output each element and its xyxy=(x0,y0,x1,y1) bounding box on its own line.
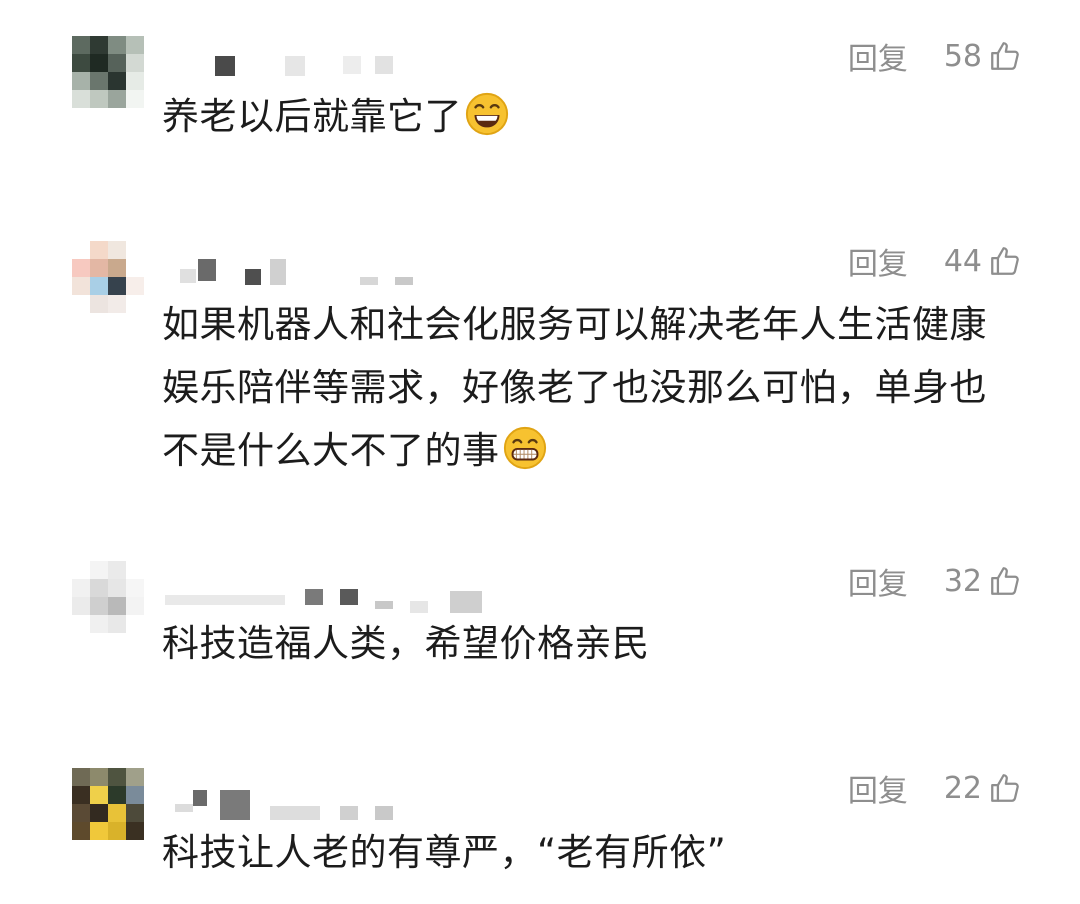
comment-meta: 回复 58 xyxy=(848,34,1022,78)
comment-text: 科技让人老的有尊严，“老有所依” xyxy=(162,821,1022,884)
avatar[interactable] xyxy=(72,36,144,108)
beaming-face-icon xyxy=(503,426,546,470)
like-count: 58 xyxy=(943,38,982,74)
thumbs-up-icon[interactable] xyxy=(988,564,1022,598)
username-blurred[interactable] xyxy=(165,579,485,613)
reply-button[interactable]: 回复 xyxy=(848,34,908,78)
comment-meta: 回复 32 xyxy=(848,559,1022,603)
like-count: 44 xyxy=(943,243,982,279)
username-blurred[interactable] xyxy=(165,259,485,285)
comment-meta: 回复 44 xyxy=(848,239,1022,283)
comment-text: 科技造福人类，希望价格亲民 xyxy=(162,612,1022,675)
comment-meta: 回复 22 xyxy=(848,766,1022,810)
avatar[interactable] xyxy=(72,241,144,313)
reply-button[interactable]: 回复 xyxy=(848,766,908,810)
comment-body: 科技造福人类，希望价格亲民 xyxy=(162,622,650,665)
thumbs-up-icon[interactable] xyxy=(988,39,1022,73)
avatar[interactable] xyxy=(72,768,144,840)
comment-text: 养老以后就靠它了 xyxy=(162,85,1022,148)
username-blurred[interactable] xyxy=(165,54,485,78)
comment-body: 养老以后就靠它了 xyxy=(162,95,462,138)
grinning-face-icon xyxy=(465,92,509,136)
username-blurred[interactable] xyxy=(165,786,485,820)
comment-body: 科技让人老的有尊严，“老有所依” xyxy=(162,831,727,874)
like-count: 22 xyxy=(943,770,982,806)
reply-button[interactable]: 回复 xyxy=(848,559,908,603)
avatar[interactable] xyxy=(72,561,144,633)
thumbs-up-icon[interactable] xyxy=(988,771,1022,805)
comment-body: 如果机器人和社会化服务可以解决老年人生活健康娱乐陪伴等需求，好像老了也没那么可怕… xyxy=(162,303,987,472)
like-count: 32 xyxy=(943,563,982,599)
thumbs-up-icon[interactable] xyxy=(988,244,1022,278)
comment-text: 如果机器人和社会化服务可以解决老年人生活健康娱乐陪伴等需求，好像老了也没那么可怕… xyxy=(162,293,1022,482)
reply-button[interactable]: 回复 xyxy=(848,239,908,283)
